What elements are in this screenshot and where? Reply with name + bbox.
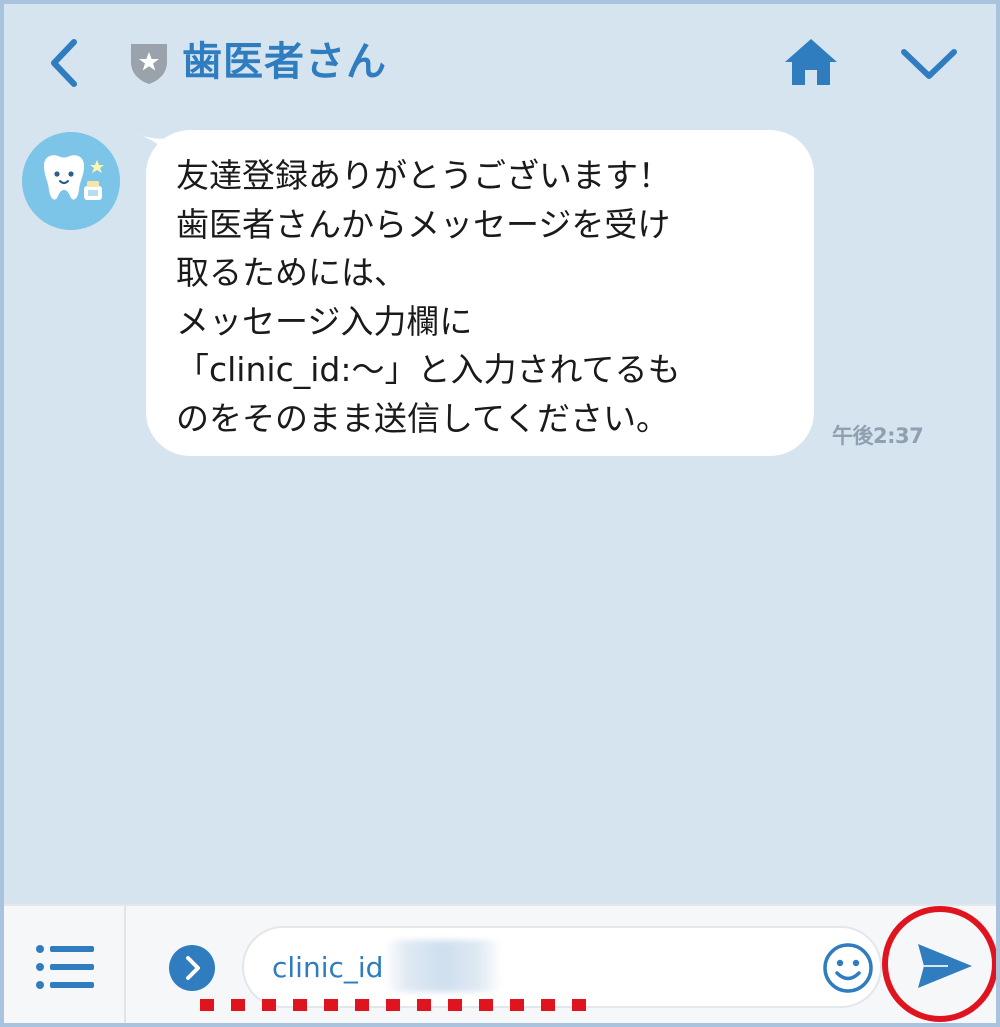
shield-star-icon bbox=[128, 40, 170, 86]
message-timestamp: 午後2:37 bbox=[832, 424, 924, 448]
home-button[interactable] bbox=[782, 36, 840, 88]
expand-button[interactable] bbox=[168, 944, 216, 992]
tooth-avatar-icon bbox=[22, 132, 120, 230]
input-highlight-dashes bbox=[200, 999, 600, 1011]
message-input-value: clinic_id bbox=[272, 951, 384, 984]
blurred-text bbox=[384, 940, 502, 992]
emoji-button[interactable] bbox=[822, 942, 874, 994]
menu-dropdown-button[interactable] bbox=[896, 42, 962, 86]
message-text: 友達登録ありがとうございます！ 歯医者さんからメッセージを受け 取るためには、 … bbox=[176, 156, 681, 438]
home-icon bbox=[785, 39, 837, 85]
back-button[interactable] bbox=[42, 34, 92, 92]
message-bubble[interactable]: 友達登録ありがとうございます！ 歯医者さんからメッセージを受け 取るためには、 … bbox=[146, 130, 814, 456]
send-highlight-circle bbox=[882, 906, 996, 1022]
chevron-left-icon bbox=[51, 39, 77, 87]
chat-window: 歯医者さん 友達登録ありがとうございます！ 歯医者さんからメッセージを受け 取る… bbox=[0, 0, 1000, 1027]
chevron-right-circle-icon bbox=[169, 945, 215, 991]
list-menu-icon bbox=[36, 945, 94, 989]
input-bar-divider bbox=[124, 906, 126, 1023]
sender-avatar[interactable] bbox=[22, 132, 120, 230]
message-input[interactable]: clinic_id bbox=[242, 926, 882, 1008]
chevron-down-icon bbox=[901, 49, 957, 79]
rich-menu-button[interactable] bbox=[34, 944, 96, 990]
chat-header: 歯医者さん bbox=[4, 4, 996, 114]
chat-title: 歯医者さん bbox=[182, 39, 387, 85]
smiley-icon bbox=[823, 943, 873, 993]
